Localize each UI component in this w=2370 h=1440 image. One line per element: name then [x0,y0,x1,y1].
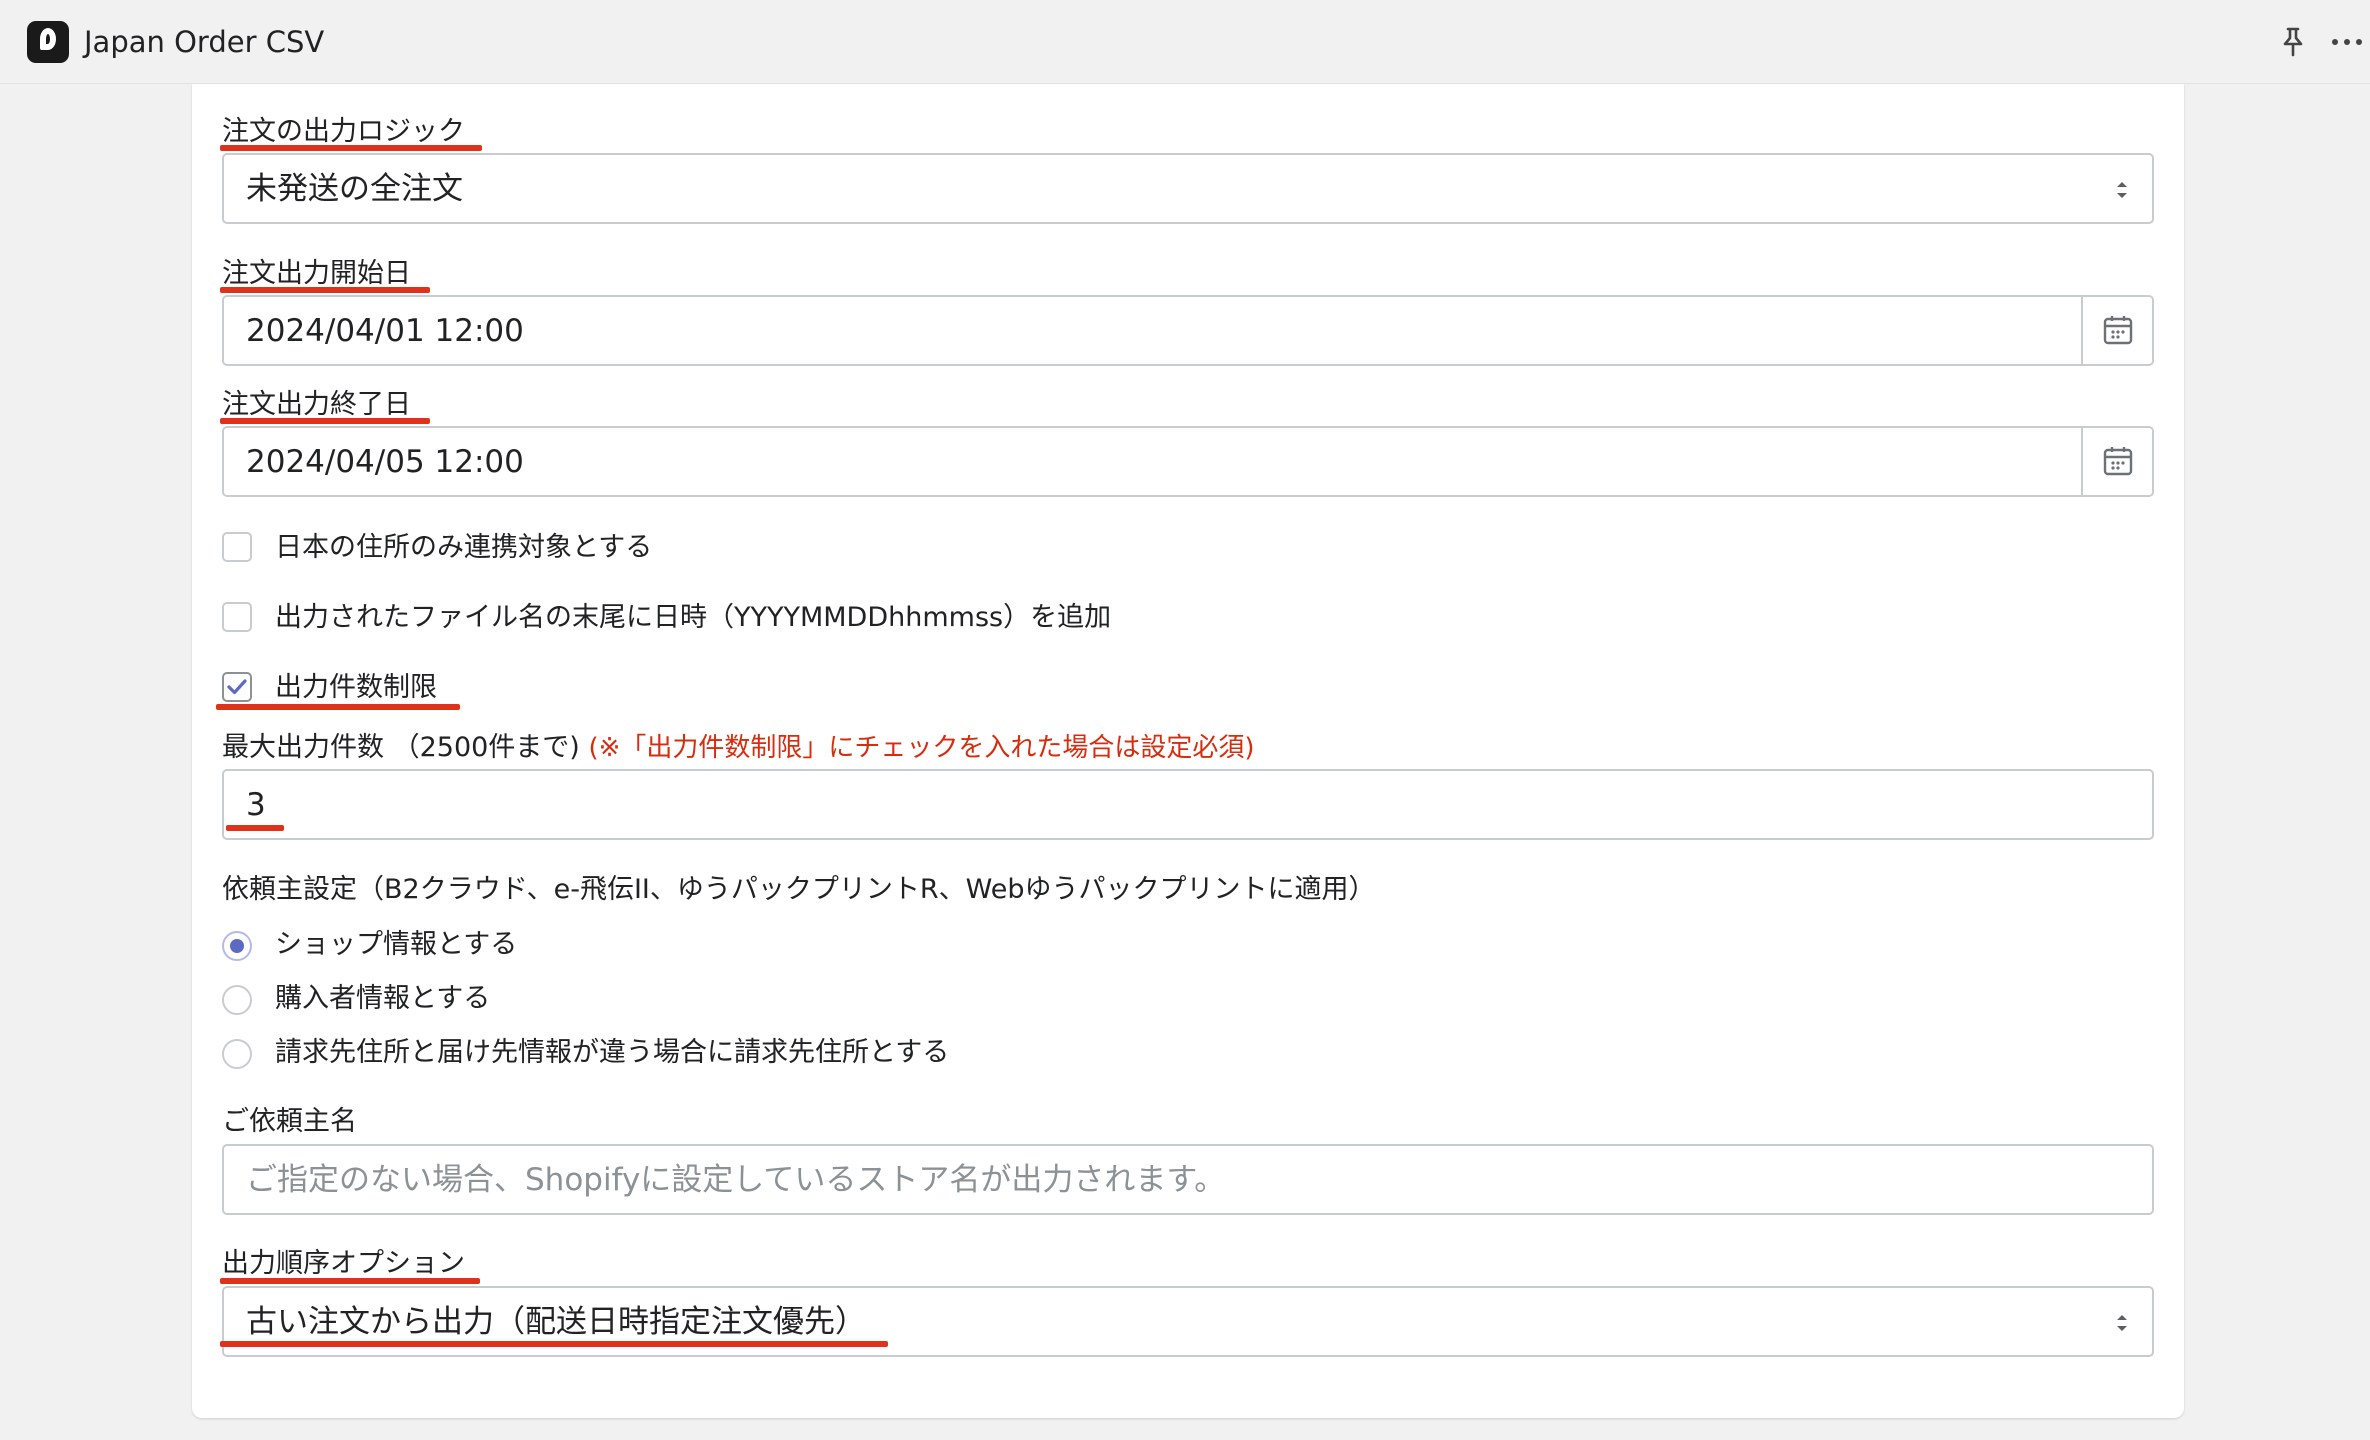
checkbox-label: 日本の住所のみ連携対象とする [275,532,653,563]
app-title: Japan Order CSV [84,25,325,59]
order-option-label: 出力順序オプション [222,1248,465,1279]
app-header: Japan Order CSV [0,0,2370,84]
highlight-underline [220,418,430,424]
requester-name-input[interactable]: ご指定のない場合、Shopifyに設定しているストア名が出力されます。 [222,1144,2154,1215]
requester-shop-radio[interactable] [222,931,252,961]
requester-shop-radio-row[interactable]: ショップ情報とする [222,927,822,963]
calendar-icon [2103,447,2133,476]
highlight-underline [220,1278,480,1284]
max-count-input[interactable]: 3 [222,769,2154,840]
logic-select[interactable]: 未発送の全注文 [222,153,2154,224]
output-limit-checkbox[interactable] [222,672,252,702]
max-count-note: (※「出力件数制限」にチェックを入れた場合は設定必須) [588,733,1255,763]
checkbox-label: 出力されたファイル名の末尾に日時（YYYYMMDDhhmmss）を追加 [275,602,1112,633]
select-arrows-icon [2117,182,2127,198]
requester-buyer-radio-row[interactable]: 購入者情報とする [222,981,822,1017]
highlight-underline [220,1341,888,1347]
end-date-calendar-button[interactable] [2081,428,2152,495]
requester-billing-radio-row[interactable]: 請求先住所と届け先情報が違う場合に請求先住所とする [222,1035,1122,1071]
app-logo-icon [27,21,69,63]
more-horizontal-icon[interactable] [2330,26,2364,58]
append-datetime-checkbox[interactable] [222,602,252,632]
output-limit-checkbox-row[interactable]: 出力件数制限 [222,670,642,706]
start-date-calendar-button[interactable] [2081,297,2152,364]
radio-label: 購入者情報とする [275,983,491,1014]
highlight-underline [216,704,460,710]
start-date-field[interactable]: 2024/04/01 12:00 [222,295,2154,366]
requester-name-label: ご依頼主名 [222,1106,357,1137]
highlight-underline [220,145,482,151]
japan-address-only-checkbox[interactable] [222,532,252,562]
max-count-label: 最大出力件数 （2500件まで) [222,732,580,763]
japan-address-only-checkbox-row[interactable]: 日本の住所のみ連携対象とする [222,530,1022,566]
checkbox-label: 出力件数制限 [275,672,437,703]
end-date-field[interactable]: 2024/04/05 12:00 [222,426,2154,497]
order-option-value: 古い注文から出力（配送日時指定注文優先） [246,1304,866,1340]
logic-select-value: 未発送の全注文 [246,171,463,207]
start-date-value: 2024/04/01 12:00 [246,313,524,349]
calendar-icon [2103,316,2133,345]
highlight-underline [226,825,284,831]
requester-buyer-radio[interactable] [222,985,252,1015]
highlight-underline [220,287,430,293]
radio-label: ショップ情報とする [275,929,518,960]
pin-icon[interactable] [2278,26,2308,58]
max-count-label-row: 最大出力件数 （2500件まで) (※「出力件数制限」にチェックを入れた場合は設… [222,730,1255,766]
select-arrows-icon [2117,1315,2127,1331]
max-count-value: 3 [246,787,266,823]
checkmark-icon [227,679,247,695]
end-date-value: 2024/04/05 12:00 [246,444,524,480]
append-datetime-checkbox-row[interactable]: 出力されたファイル名の末尾に日時（YYYYMMDDhhmmss）を追加 [222,600,1322,636]
requester-name-placeholder: ご指定のない場合、Shopifyに設定しているストア名が出力されます。 [246,1162,1226,1198]
requester-billing-radio[interactable] [222,1039,252,1069]
requester-setting-label: 依頼主設定（B2クラウド、e-飛伝II、ゆうパックプリントR、Webゆうパックプ… [222,874,1376,905]
radio-label: 請求先住所と届け先情報が違う場合に請求先住所とする [275,1037,950,1068]
